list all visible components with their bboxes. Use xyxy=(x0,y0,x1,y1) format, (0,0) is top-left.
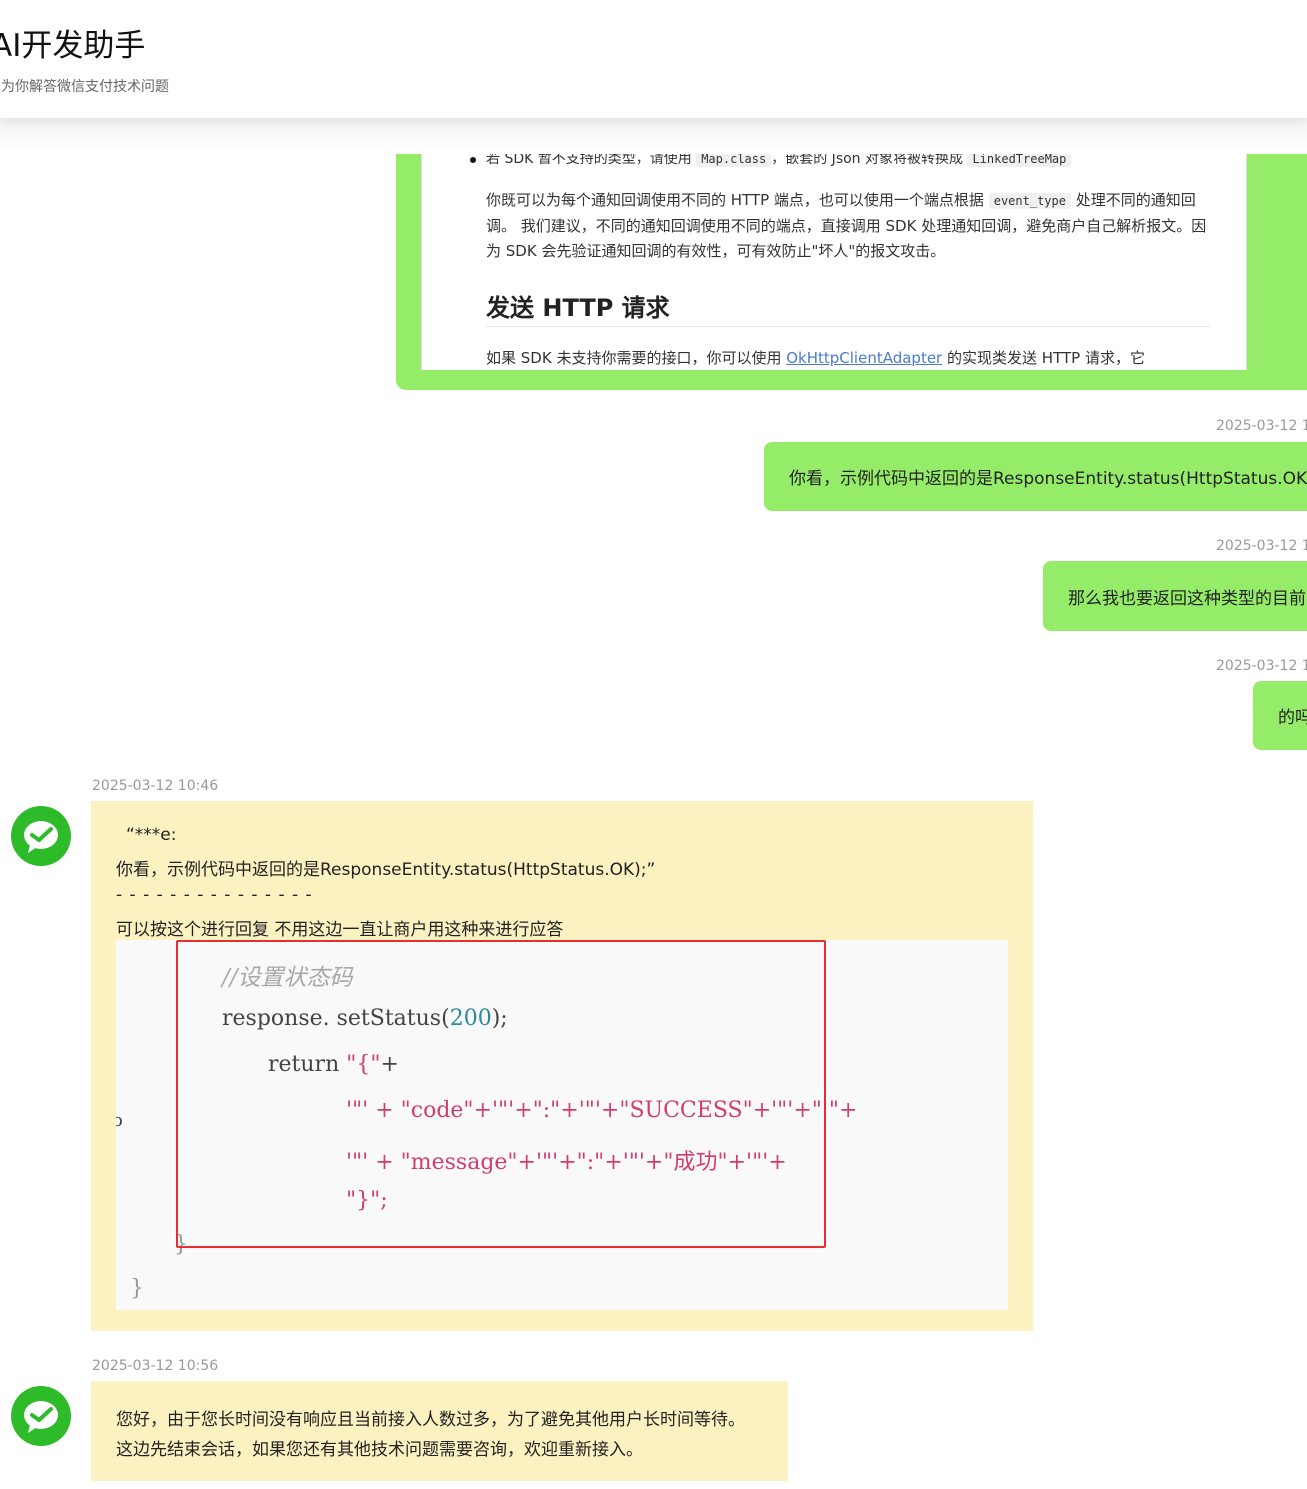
doc-paragraph-2: 如果 SDK 未支持你需要的接口，你可以使用 OkHttpClientAdapt… xyxy=(486,349,1145,367)
quote-body: 你看，示例代码中返回的是ResponseEntity.status(HttpSt… xyxy=(116,860,656,880)
message-timestamp: 2025-03-12 10:56 xyxy=(92,1358,219,1374)
reply-text: 可以按这个进行回复 不用这边一直让商户用这种来进行应答 xyxy=(116,920,564,940)
app-title: AI开发助手 xyxy=(0,28,146,64)
doc-divider xyxy=(486,326,1210,327)
quote-separator: - - - - - - - - - - - - - - - xyxy=(116,885,313,905)
message-text: 您好，由于您长时间没有响应且当前接入人数过多，为了避免其他用户长时间等待。 xyxy=(116,1410,745,1430)
incoming-message[interactable]: 您好，由于您长时间没有响应且当前接入人数过多，为了避免其他用户长时间等待。 这边… xyxy=(91,1381,788,1481)
doc-bullet: 若 SDK 暂不支持的类型，请使用 Map.class ，嵌套的 Json 对象将… xyxy=(469,154,1072,168)
app-subtitle: 为你解答微信支付技术问题 xyxy=(1,79,169,95)
message-timestamp: 2025-03-12 1 xyxy=(1216,658,1307,674)
wechat-pay-avatar xyxy=(11,806,71,866)
message-timestamp: 2025-03-12 1 xyxy=(1216,538,1307,554)
message-text: 那么我也要返回这种类型的目前 xyxy=(1068,588,1306,609)
code-brace: } xyxy=(130,1276,144,1301)
message-text: 你看，示例代码中返回的是ResponseEntity.status(HttpSt… xyxy=(789,469,1307,489)
code-screenshot[interactable]: //设置状态码 response. setStatus(200); return… xyxy=(116,940,1008,1310)
quote-header: “***e: xyxy=(126,825,177,845)
highlight-box xyxy=(176,940,826,1248)
doc-screenshot: 若 SDK 暂不支持的类型，请使用 Map.class ，嵌套的 Json 对象将… xyxy=(421,154,1247,370)
outgoing-message[interactable]: 你看，示例代码中返回的是ResponseEntity.status(HttpSt… xyxy=(764,442,1307,511)
wechat-pay-icon xyxy=(24,821,58,853)
app-header: AI开发助手 为你解答微信支付技术问题 xyxy=(0,0,1307,118)
message-text: 的吗 xyxy=(1278,708,1307,728)
message-timestamp: 2025-03-12 1 xyxy=(1216,418,1307,434)
doc-link[interactable]: OkHttpClientAdapter xyxy=(786,349,942,367)
wechat-pay-icon xyxy=(24,1401,58,1433)
code-gutter-mark: o xyxy=(116,1110,123,1131)
header-shadow xyxy=(0,118,1307,154)
message-timestamp: 2025-03-12 10:46 xyxy=(92,778,219,794)
outgoing-message[interactable]: 的吗 xyxy=(1253,681,1307,750)
doc-paragraph: 你既可以为每个通知回调使用不同的 HTTP 端点，也可以使用一个端点根据 eve… xyxy=(486,191,1207,260)
outgoing-image-message[interactable]: 若 SDK 暂不支持的类型，请使用 Map.class ，嵌套的 Json 对象将… xyxy=(396,118,1307,390)
incoming-message[interactable]: “***e: 你看，示例代码中返回的是ResponseEntity.status… xyxy=(91,801,1033,1331)
outgoing-message[interactable]: 那么我也要返回这种类型的目前 xyxy=(1043,561,1307,631)
doc-heading: 发送 HTTP 请求 xyxy=(486,294,670,322)
wechat-pay-avatar xyxy=(11,1386,71,1446)
message-text: 这边先结束会话，如果您还有其他技术问题需要咨询，欢迎重新接入。 xyxy=(116,1440,643,1460)
